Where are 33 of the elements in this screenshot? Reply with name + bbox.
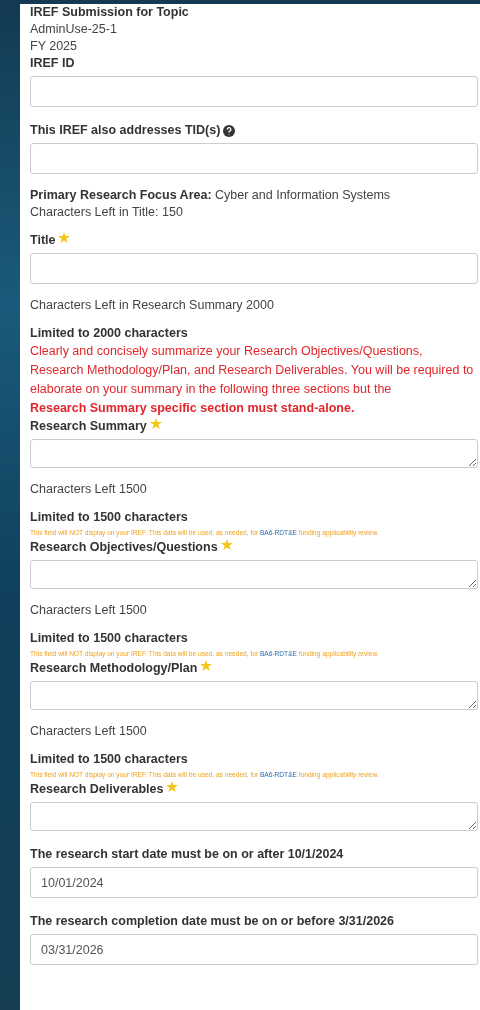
section-heading: Limited to 1500 characters: [30, 509, 189, 526]
field-label: Title: [30, 232, 56, 249]
text-area[interactable]: [30, 681, 478, 710]
text-area[interactable]: [30, 802, 478, 831]
text-area[interactable]: [30, 560, 478, 589]
field-label: IREF ID: [30, 55, 75, 72]
input-field[interactable]: [30, 253, 478, 284]
field-label: Research Deliverables: [30, 781, 164, 798]
field-label: Research Methodology/Plan: [30, 660, 198, 677]
info-text: Characters Left 1500: [30, 481, 148, 498]
section-heading: Limited to 1500 characters: [30, 751, 189, 768]
input-field[interactable]: 03/31/2026: [30, 934, 478, 965]
section-heading: IREF Submission for Topic: [30, 4, 190, 21]
info-text: AdminUse-25-1: [30, 21, 118, 38]
field-label: Research Summary: [30, 418, 147, 435]
input-field[interactable]: [30, 143, 478, 174]
input-field[interactable]: [30, 76, 478, 107]
instruction-text: Clearly and concisely summarize your Research Objectives/Questions, Research Methodology/Plan, and Research Deliverables. You will be required to elaborate on your summary in the following three sections but the Research Summary specific section must stand-alone.: [30, 343, 475, 417]
help-icon[interactable]: [223, 124, 236, 137]
info-text: Primary Research Focus Area: Cyber and Information Systems: [30, 187, 392, 204]
info-text: Characters Left in Title: 150: [30, 204, 184, 221]
section-heading: Limited to 2000 characters: [30, 325, 189, 342]
field-label: Research Objectives/Questions: [30, 539, 218, 556]
field-label: This IREF also addresses TID(s): [30, 122, 221, 139]
text-area[interactable]: [30, 439, 478, 468]
section-heading: Limited to 1500 characters: [30, 630, 189, 647]
info-text: Characters Left 1500: [30, 602, 148, 619]
field-label: The research completion date must be on or before 3/31/2026: [30, 913, 394, 930]
field-label: The research start date must be on or after 10/1/2024: [30, 846, 344, 863]
info-text: Characters Left in Research Summary 2000: [30, 297, 275, 314]
info-text: Characters Left 1500: [30, 723, 148, 740]
input-field[interactable]: 10/01/2024: [30, 867, 478, 898]
info-text: FY 2025: [30, 38, 79, 55]
